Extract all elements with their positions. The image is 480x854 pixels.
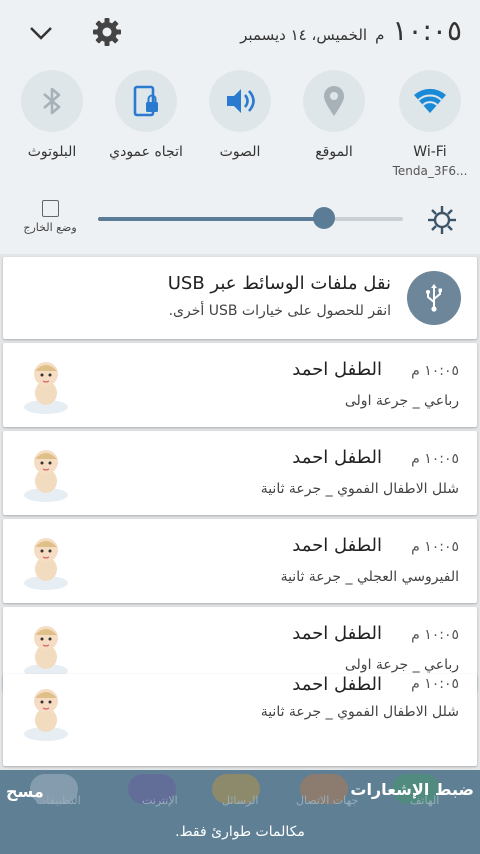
chevron-down-icon[interactable] [26,18,56,48]
notification-time: ١٠:٠٥ م [411,627,459,643]
usb-title: نقل ملفات الوسائط عبر USB [167,273,391,294]
portrait-lock-icon [133,85,158,117]
gear-icon[interactable] [90,15,124,49]
clock-ampm: م [375,26,385,44]
notification-body: رباعي _ جرعة اولى [344,393,459,409]
toggle-portrait[interactable]: اتجاه عمودي [98,70,194,160]
notification-body: شلل الاطفال الفموي _ جرعة ثانية [260,704,459,720]
usb-text: انقر للحصول على خيارات USB أخرى. [168,303,391,319]
notification-body: الفيروسي العجلي _ جرعة ثانية [280,569,459,585]
notification-item[interactable]: ١٠:٠٥ م الطفل احمد شلل الاطفال الفموي _ … [3,674,477,766]
outdoor-mode-label: وضع الخارج [23,221,77,234]
emergency-calls-text: مكالمات طوارئ فقط. [175,824,305,840]
toggle-sound[interactable]: الصوت [192,70,288,160]
notification-sender: الطفل احمد [292,359,382,380]
baby-avatar-icon [24,538,68,590]
toggle-bluetooth-label: البلوتوث [27,144,77,160]
toggle-wifi-network: Tenda_3F6... [392,164,468,178]
notification-sender: الطفل احمد [292,674,382,695]
toggle-sound-circle [209,70,271,132]
dock-label-contacts: جهات الاتصال [296,794,359,807]
toggle-location-label: الموقع [315,144,353,160]
toggle-wifi[interactable]: Wi-Fi Tenda_3F6... [382,70,478,178]
brightness-fill [98,217,324,221]
clock-time: ١٠:٠٥ [392,14,462,47]
wifi-icon [414,88,446,113]
date-label: الخميس، ١٤ ديسمبر [240,26,368,44]
bottom-bar: التطبيقات الإنترنت الرسائل جهات الاتصال … [0,770,480,854]
checkbox-box [41,200,59,217]
brightness-thumb[interactable] [312,207,335,229]
notification-body: رباعي _ جرعة اولى [344,657,459,673]
notification-time: ١٠:٠٥ م [411,451,459,467]
baby-avatar-icon [24,626,68,678]
notification-list: نقل ملفات الوسائط عبر USB انقر للحصول عل… [0,254,480,770]
clear-button[interactable]: مسح [6,782,44,801]
notification-sender: الطفل احمد [292,447,382,468]
toggle-location[interactable]: الموقع [286,70,382,160]
usb-icon [407,271,461,325]
notification-sender: الطفل احمد [292,623,382,644]
notification-sender: الطفل احمد [292,535,382,556]
notification-item[interactable]: ١٠:٠٥ م الطفل احمد رباعي _ جرعة اولى [3,343,477,427]
toggle-portrait-circle [115,70,177,132]
datetime: ١٠:٠٥ م الخميس، ١٤ ديسمبر [240,14,462,47]
dock-label-messages: الرسائل [222,794,259,807]
bluetooth-icon [43,87,61,115]
toggle-sound-label: الصوت [219,144,261,160]
brightness-icon[interactable] [426,204,458,236]
quick-toggles: البلوتوث اتجاه عمودي الصوت الموقع Wi-Fi … [0,70,480,190]
baby-avatar-icon [24,689,68,741]
notification-item[interactable]: ١٠:٠٥ م الطفل احمد شلل الاطفال الفموي _ … [3,431,477,515]
dock-label-internet: الإنترنت [142,794,178,807]
toggle-portrait-label: اتجاه عمودي [109,144,183,160]
toggle-location-circle [303,70,365,132]
toggle-wifi-circle [399,70,461,132]
location-icon [324,86,344,116]
brightness-slider[interactable] [98,207,403,229]
usb-notification[interactable]: نقل ملفات الوسائط عبر USB انقر للحصول عل… [3,257,477,339]
notification-settings-button[interactable]: ضبط الإشعارات [350,780,474,799]
brightness-row: وضع الخارج [0,196,480,246]
notification-body: شلل الاطفال الفموي _ جرعة ثانية [260,481,459,497]
baby-avatar-icon [24,450,68,502]
notification-time: ١٠:٠٥ م [411,676,459,692]
toggle-wifi-label: Wi-Fi [413,144,447,160]
notification-time: ١٠:٠٥ م [411,539,459,555]
outdoor-mode-checkbox[interactable]: وضع الخارج [14,200,86,234]
toggle-bluetooth[interactable]: البلوتوث [4,70,100,160]
status-row: ١٠:٠٥ م الخميس، ١٤ ديسمبر [0,0,480,62]
notification-time: ١٠:٠٥ م [411,363,459,379]
toggle-bluetooth-circle [21,70,83,132]
baby-avatar-icon [24,362,68,414]
sound-icon [227,89,255,113]
notification-item[interactable]: ١٠:٠٥ م الطفل احمد الفيروسي العجلي _ جرع… [3,519,477,603]
